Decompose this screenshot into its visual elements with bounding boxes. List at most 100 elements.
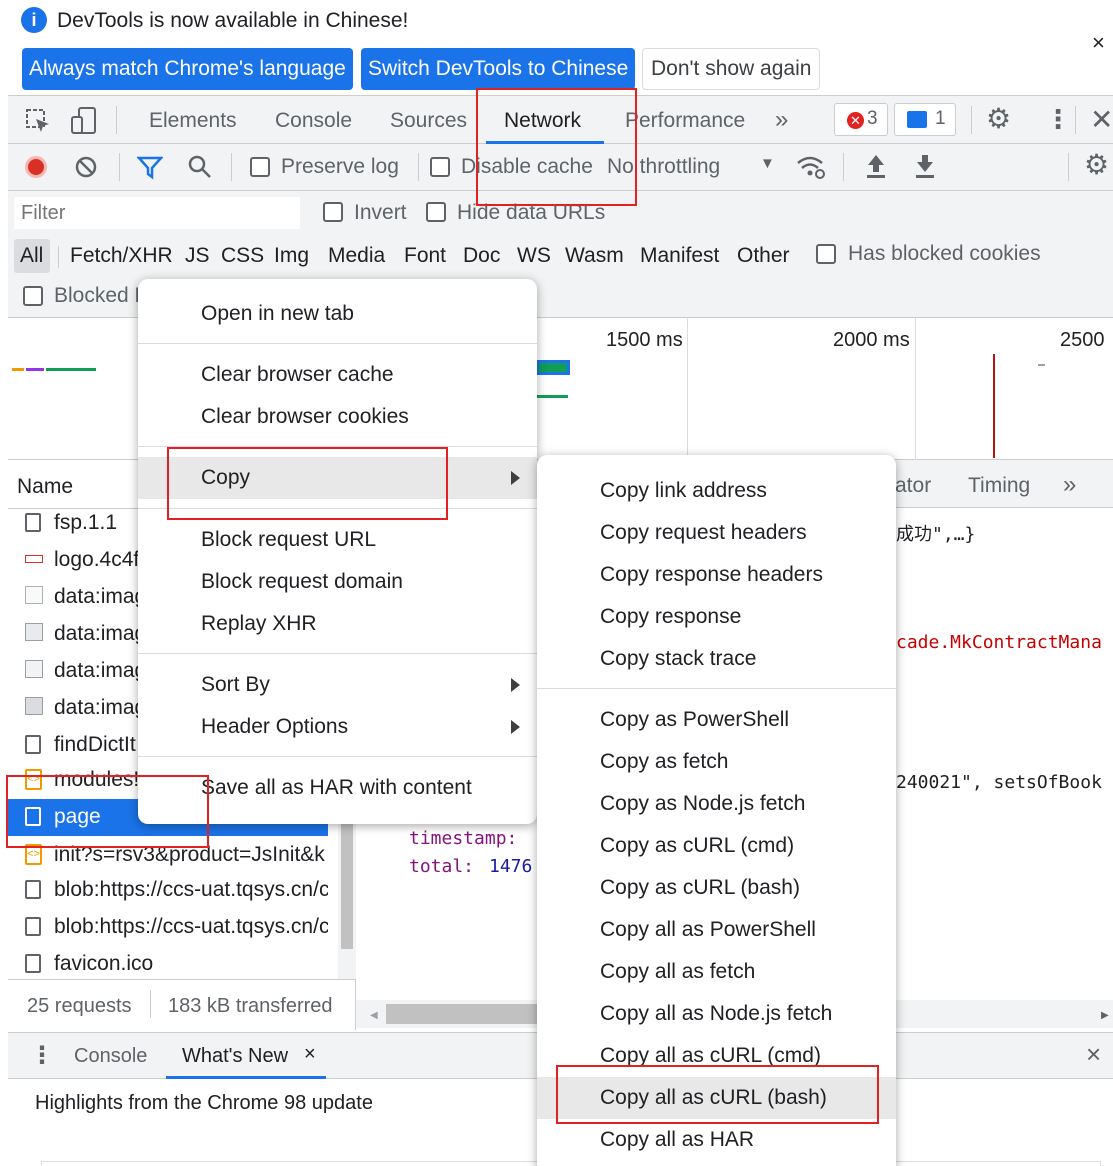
filter-input[interactable] xyxy=(14,197,300,229)
tab-elements[interactable]: Elements xyxy=(149,109,237,133)
tab-initiator[interactable]: ator xyxy=(895,474,931,498)
menu-copy-as-powershell[interactable]: Copy as PowerShell xyxy=(537,699,896,741)
filter-divider xyxy=(58,246,59,268)
menu-sort-by[interactable]: Sort By xyxy=(138,664,537,706)
table-row[interactable]: blob:https://ccs-uat.tqsys.cn/c xyxy=(8,908,328,945)
toolbar-divider xyxy=(1068,153,1069,181)
request-name: findDictIt xyxy=(54,733,136,756)
overview-bar xyxy=(536,395,568,398)
filter-type-other[interactable]: Other xyxy=(737,244,790,268)
toolbar-divider xyxy=(231,153,232,181)
filter-funnel-icon[interactable] xyxy=(137,155,163,180)
menu-copy-all-as-nodejs-fetch[interactable]: Copy all as Node.js fetch xyxy=(537,993,896,1035)
search-icon[interactable] xyxy=(187,154,213,180)
preserve-log-checkbox[interactable] xyxy=(250,157,270,177)
export-har-icon[interactable] xyxy=(914,153,936,179)
close-tab-icon[interactable]: × xyxy=(304,1043,316,1066)
filter-type-ws[interactable]: WS xyxy=(517,244,551,268)
menu-copy-all-as-powershell[interactable]: Copy all as PowerShell xyxy=(537,909,896,951)
tab-sources[interactable]: Sources xyxy=(390,109,467,133)
menu-separator xyxy=(138,756,537,757)
filter-type-js[interactable]: JS xyxy=(185,244,210,268)
image-icon xyxy=(25,660,43,678)
menu-copy-as-fetch[interactable]: Copy as fetch xyxy=(537,741,896,783)
menu-copy-response[interactable]: Copy response xyxy=(537,596,896,638)
switch-to-chinese-button[interactable]: Switch DevTools to Chinese xyxy=(361,48,636,90)
record-icon[interactable] xyxy=(25,156,47,178)
table-row[interactable]: blob:https://ccs-uat.tqsys.cn/c xyxy=(8,871,328,908)
menu-copy-all-as-har[interactable]: Copy all as HAR xyxy=(537,1119,896,1161)
settings-gear-icon[interactable]: ⚙ xyxy=(986,102,1011,135)
menu-clear-browser-cache[interactable]: Clear browser cache xyxy=(138,354,537,396)
filter-type-css[interactable]: CSS xyxy=(221,244,264,268)
close-drawer-icon[interactable]: × xyxy=(1086,1039,1101,1070)
close-devtools-icon[interactable]: ✕ xyxy=(1090,103,1113,136)
network-conditions-icon[interactable] xyxy=(796,154,826,180)
menu-open-in-new-tab[interactable]: Open in new tab xyxy=(138,293,537,335)
menu-copy-as-curl-bash[interactable]: Copy as cURL (bash) xyxy=(537,867,896,909)
request-name: data:imag xyxy=(54,696,147,719)
menu-copy-stack-trace[interactable]: Copy stack trace xyxy=(537,638,896,680)
menu-copy-request-headers[interactable]: Copy request headers xyxy=(537,512,896,554)
menu-block-request-url[interactable]: Block request URL xyxy=(138,519,537,561)
overview-tick-2000: 2000 ms xyxy=(833,329,910,351)
tab-performance[interactable]: Performance xyxy=(625,109,745,133)
preserve-log-label: Preserve log xyxy=(281,155,399,178)
errors-counter[interactable]: ✕ 3 xyxy=(834,103,888,136)
menu-header-options[interactable]: Header Options xyxy=(138,706,537,748)
menu-copy-all-as-fetch[interactable]: Copy all as fetch xyxy=(537,951,896,993)
filter-type-font[interactable]: Font xyxy=(404,244,446,268)
whats-new-headline: Highlights from the Chrome 98 update xyxy=(35,1092,373,1114)
hide-data-urls-checkbox[interactable] xyxy=(426,202,446,222)
name-column-header[interactable]: Name xyxy=(17,475,73,499)
scroll-left-icon[interactable]: ◀ xyxy=(370,1010,378,1021)
scroll-right-icon[interactable]: ▶ xyxy=(1101,1010,1109,1021)
invert-checkbox[interactable] xyxy=(323,202,343,222)
more-tabs-icon[interactable]: » xyxy=(775,106,788,134)
disable-cache-checkbox[interactable] xyxy=(430,157,450,177)
menu-copy-link-address[interactable]: Copy link address xyxy=(537,470,896,512)
blocked-requests-label: Blocked R xyxy=(54,284,150,307)
filter-type-media[interactable]: Media xyxy=(328,244,385,268)
menu-copy-as-curl-cmd[interactable]: Copy as cURL (cmd) xyxy=(537,825,896,867)
inspect-element-icon[interactable] xyxy=(25,108,51,134)
throttling-dropdown-icon[interactable]: ▼ xyxy=(760,155,775,172)
table-row[interactable]: favicon.ico xyxy=(8,945,328,982)
filter-type-all-label: All xyxy=(20,244,44,267)
filter-type-doc[interactable]: Doc xyxy=(463,244,500,268)
has-blocked-cookies-checkbox[interactable] xyxy=(816,244,836,264)
filter-type-all[interactable]: All xyxy=(14,239,50,273)
menu-clear-browser-cookies[interactable]: Clear browser cookies xyxy=(138,396,537,438)
network-settings-gear-icon[interactable]: ⚙ xyxy=(1084,148,1109,181)
request-name: favicon.ico xyxy=(54,952,154,975)
transferred-size: 183 kB transferred xyxy=(168,995,333,1017)
requests-count: 25 requests xyxy=(27,995,132,1017)
blocked-requests-checkbox[interactable] xyxy=(23,286,43,306)
drawer-menu-icon[interactable]: ⋮ xyxy=(30,1041,54,1070)
tab-timing[interactable]: Timing xyxy=(968,474,1030,498)
filter-type-fetch-xhr[interactable]: Fetch/XHR xyxy=(70,244,173,268)
menu-replay-xhr[interactable]: Replay XHR xyxy=(138,603,537,645)
drawer-tab-console[interactable]: Console xyxy=(74,1045,147,1068)
drawer-tab-whats-new[interactable]: What's New xyxy=(182,1045,288,1068)
dont-show-again-button[interactable]: Don't show again xyxy=(642,48,821,90)
request-name: blob:https://ccs-uat.tqsys.cn/c xyxy=(54,915,328,938)
messages-counter[interactable]: 1 xyxy=(894,103,956,136)
toolbar-divider xyxy=(1075,106,1076,134)
menu-copy-response-headers[interactable]: Copy response headers xyxy=(537,554,896,596)
menu-copy-as-nodejs-fetch[interactable]: Copy as Node.js fetch xyxy=(537,783,896,825)
menu-block-request-domain[interactable]: Block request domain xyxy=(138,561,537,603)
import-har-icon[interactable] xyxy=(865,153,887,179)
filter-type-img[interactable]: Img xyxy=(274,244,309,268)
more-detail-tabs-icon[interactable]: » xyxy=(1063,471,1076,499)
always-match-language-button[interactable]: Always match Chrome's language xyxy=(22,48,353,90)
filter-type-wasm[interactable]: Wasm xyxy=(565,244,624,268)
kebab-menu-icon[interactable]: ⋮ xyxy=(1045,104,1071,135)
device-toolbar-icon[interactable] xyxy=(70,106,98,136)
overview-bar xyxy=(536,360,570,375)
filter-type-manifest[interactable]: Manifest xyxy=(640,244,719,268)
clear-icon[interactable] xyxy=(74,155,98,179)
tab-console[interactable]: Console xyxy=(275,109,352,133)
document-icon xyxy=(25,735,41,754)
infobar-close-icon[interactable]: × xyxy=(1092,30,1105,56)
